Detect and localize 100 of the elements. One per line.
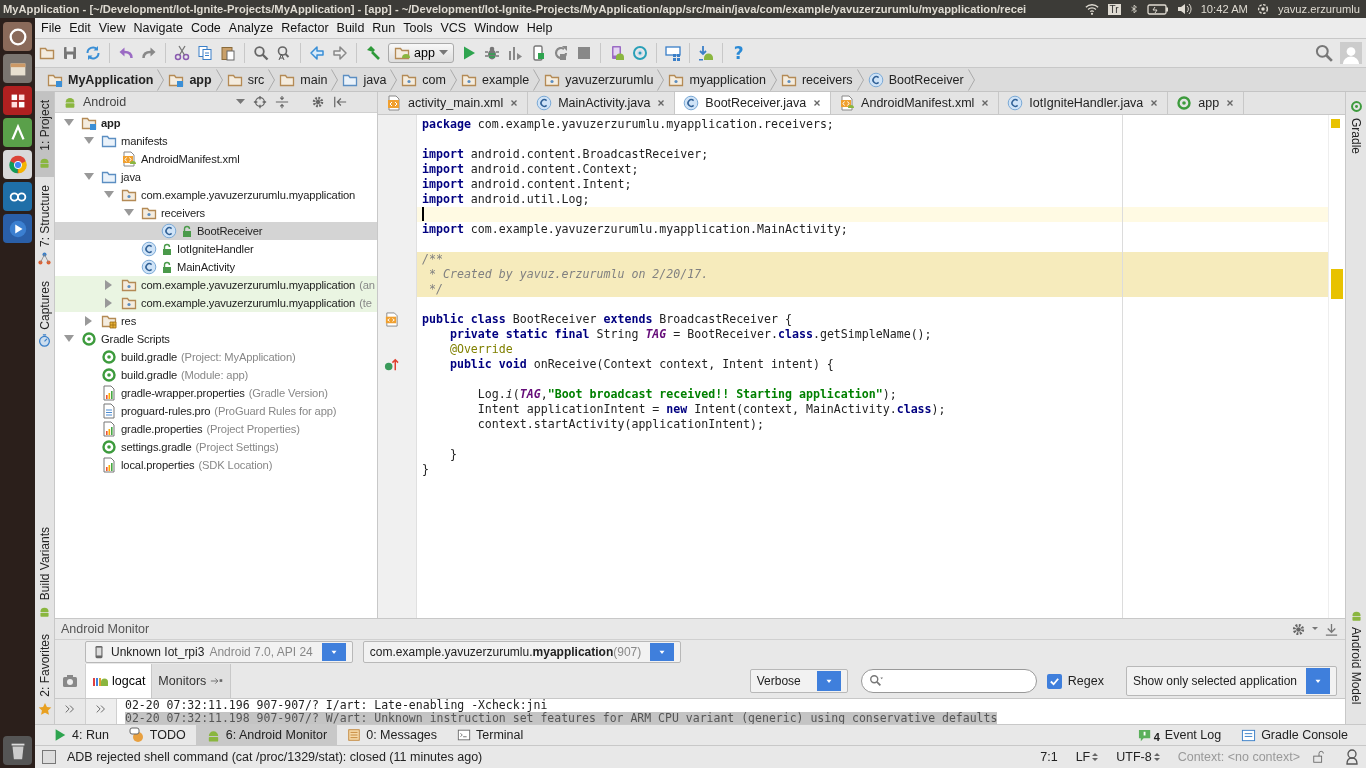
launcher-icon[interactable] [3, 86, 32, 115]
tool-window-tab[interactable]: 2: Favorites [35, 626, 54, 724]
paste-icon[interactable] [220, 45, 236, 61]
log-line[interactable]: 02-20 07:32:11.196 907-907/? I/art: Late-enabling -Xcheck:jni [125, 699, 548, 712]
launcher-icon[interactable] [3, 118, 32, 147]
tree-item[interactable]: manifests [55, 132, 377, 150]
project-structure-icon[interactable] [664, 45, 681, 61]
tool-window-tab[interactable]: 1: Project [35, 92, 54, 177]
lock-icon[interactable] [1312, 750, 1326, 764]
breadcrumb[interactable]: receivers [776, 71, 857, 88]
menu-item[interactable]: File [37, 21, 66, 35]
tool-window-tab[interactable]: Captures [35, 272, 54, 356]
menu-item[interactable]: Analyze [224, 21, 278, 35]
clock[interactable]: 10:42 AM [1200, 3, 1248, 15]
menu-item[interactable]: Refactor [277, 21, 333, 35]
launcher-icon[interactable] [3, 214, 32, 243]
power-icon[interactable] [1255, 2, 1270, 16]
back-arrow-icon[interactable] [309, 45, 325, 61]
double-chevron-icon[interactable] [64, 703, 76, 715]
close-icon[interactable] [509, 98, 520, 108]
tree-item[interactable]: java [55, 168, 377, 186]
launcher-icon[interactable] [3, 22, 32, 51]
tree-item[interactable]: MainActivity [55, 258, 377, 276]
breadcrumb[interactable]: main [275, 71, 332, 88]
breadcrumb[interactable]: java [338, 71, 391, 88]
download-icon[interactable] [1324, 621, 1339, 637]
layout-file-icon[interactable] [384, 312, 399, 327]
breadcrumb[interactable]: src [222, 71, 269, 88]
tree-item[interactable]: com.example.yavuzerzurumlu.myapplication (te [55, 294, 377, 312]
breadcrumb[interactable]: myapplication [664, 71, 770, 88]
close-icon[interactable] [1225, 98, 1236, 108]
close-icon[interactable] [656, 98, 667, 108]
replace-icon[interactable] [276, 45, 292, 61]
breadcrumb[interactable]: com [397, 71, 450, 88]
tree-item[interactable]: com.example.yavuzerzurumlu.myapplication (an [55, 276, 377, 294]
tree-item[interactable]: build.gradle (Project: MyApplication) [55, 348, 377, 366]
editor-tab[interactable]: MainActivity.java [528, 92, 676, 114]
tool-window-tab[interactable]: 4: Run [43, 725, 119, 745]
editor-tab[interactable]: app [1168, 92, 1245, 114]
close-icon[interactable] [812, 98, 823, 108]
close-icon[interactable] [1149, 98, 1160, 108]
regex-checkbox[interactable]: Regex [1046, 673, 1104, 689]
tool-window-tab[interactable]: Build Variants [35, 519, 54, 627]
log-level-dropdown[interactable]: Verbose [749, 669, 848, 693]
tree-item[interactable]: res [55, 312, 377, 330]
tool-window-tab[interactable]: Gradle [1346, 92, 1366, 163]
panel-tab[interactable]: Monitors [152, 664, 232, 698]
collapse-all-icon[interactable] [275, 95, 289, 109]
tree-item[interactable]: Gradle Scripts [55, 330, 377, 348]
tree-item[interactable]: proguard-rules.pro (ProGuard Rules for app) [55, 402, 377, 420]
folder-icon[interactable] [39, 45, 55, 61]
breadcrumb[interactable]: app [164, 71, 216, 88]
tool-window-tab[interactable]: 7: Structure [35, 176, 54, 273]
keyboard-indicator[interactable]: Tr [1107, 3, 1121, 15]
tree-item[interactable]: build.gradle (Module: app) [55, 366, 377, 384]
scissors-icon[interactable] [174, 45, 190, 61]
process-dropdown[interactable]: com.example.yavuzerzurumlu.myapplication(907) [362, 641, 682, 663]
hammer-icon[interactable] [365, 45, 381, 61]
filter-dropdown[interactable]: Show only selected application [1125, 666, 1337, 696]
launcher-icon[interactable] [3, 54, 32, 83]
search-icon[interactable] [1315, 44, 1333, 62]
trash-icon[interactable] [3, 736, 32, 765]
hide-panel-icon[interactable] [333, 95, 347, 109]
launcher-icon[interactable] [3, 182, 32, 211]
tree-item[interactable]: BootReceiver [55, 222, 377, 240]
menu-item[interactable]: Code [186, 21, 225, 35]
editor-tab[interactable]: AndroidManifest.xml [831, 92, 1000, 114]
volume-icon[interactable] [1176, 1, 1193, 17]
menu-item[interactable]: Tools [399, 21, 437, 35]
tree-item[interactable]: AndroidManifest.xml [55, 150, 377, 168]
encoding-selector[interactable]: UTF-8 [1110, 750, 1166, 764]
undo-icon[interactable] [118, 45, 134, 61]
wifi-icon[interactable] [1083, 2, 1100, 16]
bluetooth-icon[interactable] [1128, 2, 1139, 16]
save-icon[interactable] [62, 45, 78, 61]
tool-window-tab[interactable]: 0: Messages [337, 725, 448, 745]
editor-tab[interactable]: BootReceiver.java [675, 92, 832, 114]
bug-icon[interactable] [483, 45, 500, 61]
menu-item[interactable]: Help [522, 21, 557, 35]
tool-window-tab[interactable]: 6: Android Monitor [195, 725, 338, 745]
breadcrumb[interactable]: yavuzerzurumlu [540, 71, 658, 88]
gear-icon[interactable] [1291, 621, 1306, 637]
redo-icon[interactable] [141, 45, 157, 61]
tool-window-tab[interactable]: 4 Event Log [1127, 725, 1232, 745]
tool-window-tab[interactable]: Terminal [447, 725, 534, 745]
override-icon[interactable] [384, 357, 399, 372]
breadcrumb[interactable]: example [457, 71, 534, 88]
device-dropdown[interactable]: Unknown Iot_rpi3 Android 7.0, API 24 [85, 641, 353, 663]
tool-window-tab[interactable]: Android Model [1346, 600, 1366, 712]
tree-item[interactable]: settings.gradle (Project Settings) [55, 438, 377, 456]
line-separator-selector[interactable]: LF [1069, 750, 1105, 764]
search-field[interactable] [860, 669, 1037, 693]
profiler-icon[interactable] [506, 45, 523, 61]
menu-item[interactable]: VCS [436, 21, 471, 35]
tree-item[interactable]: IotIgniteHandler [55, 240, 377, 258]
breadcrumb[interactable]: BootReceiver [863, 71, 968, 88]
menu-item[interactable]: View [94, 21, 130, 35]
menu-item[interactable]: Navigate [129, 21, 187, 35]
tree-item[interactable]: local.properties (SDK Location) [55, 456, 377, 474]
caret-position[interactable]: 7:1 [1034, 750, 1064, 764]
